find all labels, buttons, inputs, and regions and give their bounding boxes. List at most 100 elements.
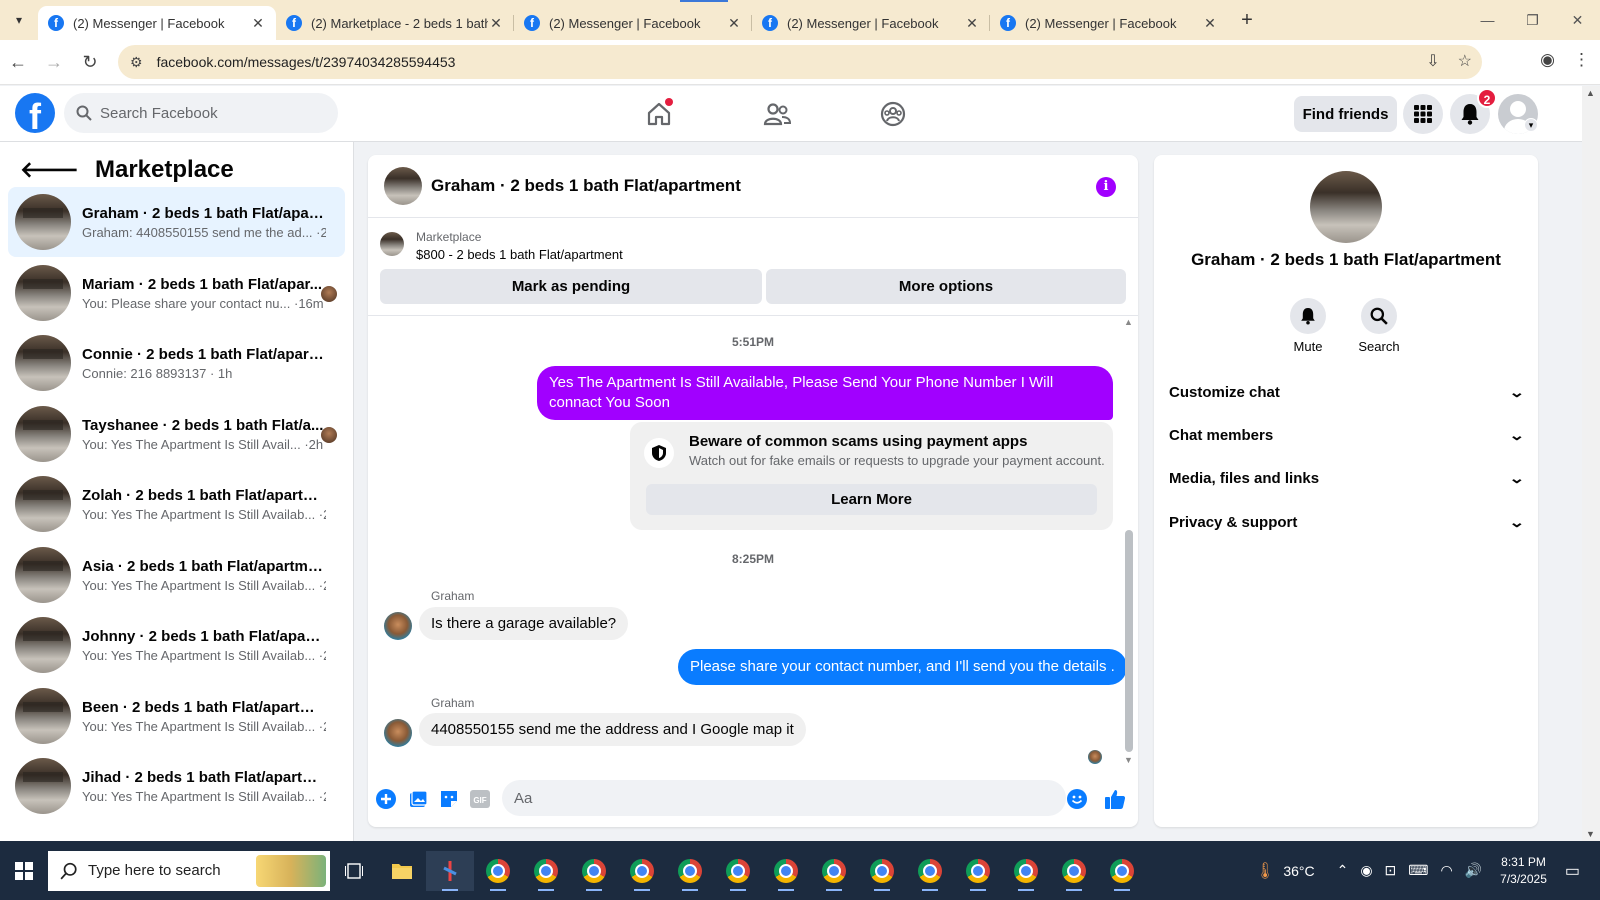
chrome-icon[interactable] (762, 851, 810, 891)
more-options-button[interactable]: More options (766, 269, 1126, 304)
bookmark-star-icon[interactable]: ☆ (1458, 51, 1472, 71)
conversation-item[interactable]: Tayshanee · 2 beds 1 bath Flat/a... You: … (8, 399, 345, 469)
sender-avatar[interactable] (384, 612, 412, 640)
profile-avatar[interactable] (1310, 171, 1382, 243)
conversation-item[interactable]: Been · 2 beds 1 bath Flat/apartment You: … (8, 681, 345, 751)
mute-button[interactable]: Mute (1278, 298, 1338, 354)
conversation-preview: Connie: 216 8893137 · 1h (82, 365, 233, 381)
emoji-icon[interactable] (1066, 788, 1088, 810)
chrome-icon[interactable] (1098, 851, 1146, 891)
chrome-icon[interactable] (474, 851, 522, 891)
site-info-icon[interactable]: ⚙ (130, 54, 143, 71)
language-icon[interactable]: ⌨ (1408, 862, 1428, 879)
install-app-icon[interactable]: ⇩ (1426, 51, 1439, 71)
chat-title[interactable]: Graham · 2 beds 1 bath Flat/apartment (431, 176, 741, 196)
listing-summary[interactable]: Marketplace $800 - 2 beds 1 bath Flat/ap… (380, 229, 623, 263)
close-tab-icon[interactable]: ✕ (488, 15, 504, 32)
browser-tab-5[interactable]: f (2) Messenger | Facebook ✕ (990, 6, 1228, 40)
close-tab-icon[interactable]: ✕ (964, 15, 980, 32)
conversation-item[interactable]: Asia · 2 beds 1 bath Flat/apartment You: … (8, 540, 345, 610)
like-thumbs-up-icon[interactable] (1104, 788, 1126, 810)
profile-icon[interactable]: ◉ (1540, 50, 1555, 70)
groups-icon[interactable] (877, 98, 909, 130)
friends-icon[interactable] (761, 98, 793, 130)
conversation-item[interactable]: Jihad · 2 beds 1 bath Flat/apartment You:… (8, 751, 345, 821)
back-arrow-icon[interactable]: ← (0, 52, 36, 73)
facebook-favicon-icon: f (48, 15, 64, 31)
tab-search-menu-button[interactable]: ▾ (0, 0, 38, 40)
chat-avatar[interactable] (384, 167, 422, 205)
customize-chat-section[interactable]: Customize chat ⌄ (1169, 372, 1525, 412)
chrome-icon[interactable] (1002, 851, 1050, 891)
chrome-icon[interactable] (522, 851, 570, 891)
tab-title: (2) Messenger | Facebook (549, 15, 701, 31)
close-tab-icon[interactable]: ✕ (726, 15, 742, 32)
new-tab-button[interactable]: + (1232, 9, 1262, 32)
chrome-icon[interactable] (570, 851, 618, 891)
chrome-icon[interactable] (858, 851, 906, 891)
privacy-support-section[interactable]: Privacy & support ⌄ (1169, 502, 1525, 542)
browser-tab-3[interactable]: f (2) Messenger | Facebook ✕ (514, 6, 752, 40)
taskbar-search-input[interactable]: Type here to search (48, 850, 330, 891)
conversation-item[interactable]: Mariam · 2 beds 1 bath Flat/apar... You: … (8, 258, 345, 328)
plus-circle-icon[interactable] (375, 788, 397, 810)
find-friends-button[interactable]: Find friends (1294, 96, 1397, 132)
file-explorer-icon[interactable] (378, 851, 426, 891)
chevron-up-icon[interactable]: ⌃ (1337, 862, 1349, 879)
chat-members-section[interactable]: Chat members ⌄ (1169, 415, 1525, 455)
browser-tab-4[interactable]: f (2) Messenger | Facebook ✕ (752, 6, 990, 40)
wifi-icon[interactable]: ◠ (1441, 862, 1453, 879)
chrome-icon[interactable] (906, 851, 954, 891)
minimize-icon[interactable]: — (1465, 0, 1510, 40)
address-bar[interactable]: ⚙ facebook.com/messages/t/23974034285594… (118, 45, 1482, 79)
restore-icon[interactable]: ❐ (1510, 0, 1555, 40)
reload-icon[interactable]: ↻ (72, 52, 108, 73)
chat-scrollbar[interactable]: ▲ ▼ (1121, 317, 1135, 770)
sender-avatar[interactable] (384, 719, 412, 747)
learn-more-button[interactable]: Learn More (646, 484, 1097, 515)
tab-title: (2) Messenger | Facebook (73, 15, 225, 31)
conversation-item[interactable]: Johnny · 2 beds 1 bath Flat/apartm... You… (8, 610, 345, 680)
chrome-icon[interactable] (618, 851, 666, 891)
facebook-search-input[interactable]: Search Facebook (64, 93, 338, 133)
tray-app-icon[interactable]: ⊡ (1385, 862, 1397, 879)
conversation-item[interactable]: Connie · 2 beds 1 bath Flat/apartm... Con… (8, 328, 345, 398)
chrome-icon[interactable] (666, 851, 714, 891)
clock[interactable]: 8:31 PM 7/3/2025 (1500, 854, 1547, 888)
account-chevron-down-icon[interactable]: ▾ (1524, 118, 1538, 132)
facebook-logo-icon[interactable]: f (15, 93, 55, 133)
sticker-icon[interactable] (438, 788, 460, 810)
back-arrow-icon[interactable]: 🡐 (20, 157, 79, 183)
search-in-chat-button[interactable]: Search (1349, 298, 1409, 354)
info-icon[interactable]: i (1096, 177, 1116, 197)
temperature-text[interactable]: 36°C (1283, 863, 1314, 879)
menu-grid-icon[interactable] (1403, 94, 1443, 134)
home-icon[interactable] (643, 98, 675, 130)
forward-arrow-icon[interactable]: → (36, 52, 72, 73)
close-window-icon[interactable]: ✕ (1555, 0, 1600, 40)
task-view-icon[interactable] (330, 851, 378, 891)
mark-as-pending-button[interactable]: Mark as pending (380, 269, 762, 304)
tray-app-icon[interactable]: ◉ (1360, 862, 1372, 879)
chrome-icon[interactable] (810, 851, 858, 891)
conversation-item[interactable]: Graham · 2 beds 1 bath Flat/apart... Grah… (8, 187, 345, 257)
conversation-item[interactable]: Zolah · 2 beds 1 bath Flat/apartment You:… (8, 469, 345, 539)
browser-tab-1[interactable]: f (2) Messenger | Facebook ✕ (38, 6, 276, 40)
media-files-links-section[interactable]: Media, files and links ⌄ (1169, 458, 1525, 498)
chrome-icon[interactable] (1050, 851, 1098, 891)
message-input[interactable]: Aa (502, 780, 1066, 816)
volume-icon[interactable]: 🔊 (1465, 862, 1482, 879)
page-scrollbar[interactable]: ▲ ▼ (1582, 86, 1600, 841)
chrome-icon[interactable] (954, 851, 1002, 891)
close-tab-icon[interactable]: ✕ (250, 15, 266, 32)
app-icon[interactable] (426, 850, 474, 891)
weather-icon[interactable]: 🌡 (1255, 861, 1275, 881)
windows-start-icon[interactable] (0, 851, 48, 891)
browser-menu-icon[interactable]: ⋮ (1573, 50, 1590, 70)
gif-icon[interactable]: GIF (469, 788, 491, 810)
browser-tab-2[interactable]: f (2) Marketplace - 2 beds 1 bath ✕ (276, 6, 514, 40)
chrome-icon[interactable] (714, 851, 762, 891)
close-tab-icon[interactable]: ✕ (1202, 15, 1218, 32)
notification-center-icon[interactable]: ▭ (1565, 861, 1580, 881)
photo-icon[interactable] (407, 788, 429, 810)
